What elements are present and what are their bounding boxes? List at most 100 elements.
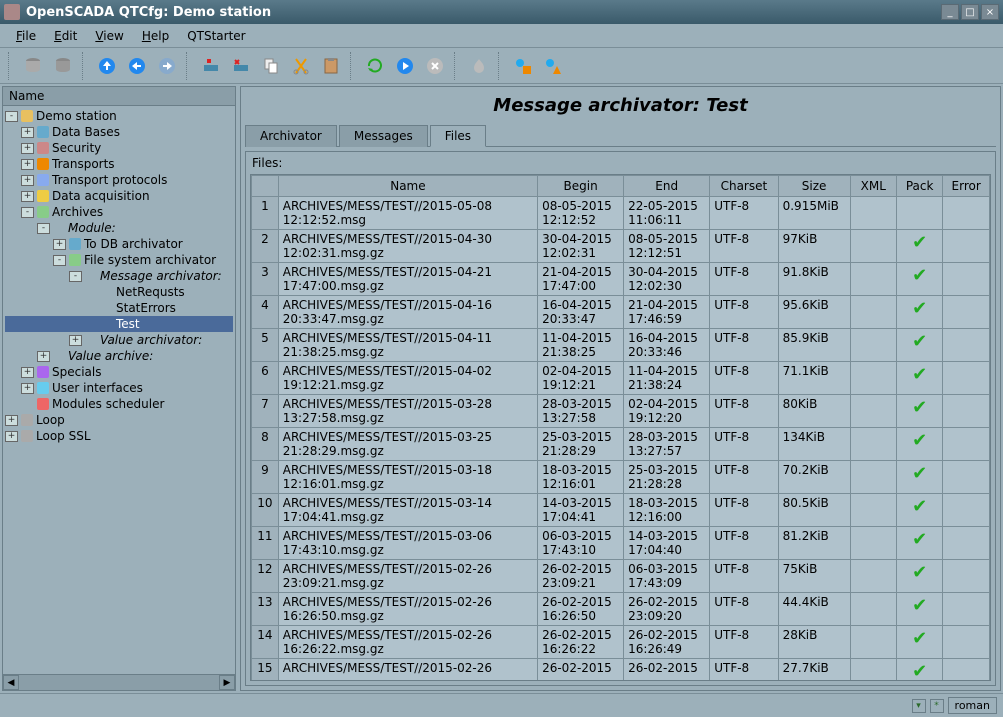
stop-icon[interactable] [422,53,448,79]
tree-expand-icon[interactable]: + [21,159,34,170]
scroll-right-icon[interactable]: ▶ [219,675,235,690]
menu-edit[interactable]: Edit [46,27,85,45]
copy-icon[interactable] [258,53,284,79]
minimize-button[interactable]: _ [941,4,959,20]
tree-item[interactable]: +Value archive: [5,348,233,364]
refresh-icon[interactable] [362,53,388,79]
tree-expand-icon[interactable]: + [21,367,34,378]
tree-item[interactable]: +Specials [5,364,233,380]
tree-expand-icon[interactable]: - [21,207,34,218]
tree-hscroll[interactable]: ◀ ▶ [3,674,235,690]
table-row[interactable]: 13ARCHIVES/MESS/TEST//2015-02-26 16:26:5… [252,593,990,626]
scroll-left-icon[interactable]: ◀ [3,675,19,690]
tree[interactable]: -Demo station+Data Bases+Security+Transp… [3,106,235,674]
col-header[interactable]: Size [778,176,850,197]
tree-expand-icon[interactable]: + [21,143,34,154]
tree-item[interactable]: Modules scheduler [5,396,233,412]
table-row[interactable]: 3ARCHIVES/MESS/TEST//2015-04-21 17:47:00… [252,263,990,296]
col-header[interactable]: End [624,176,710,197]
paste-icon[interactable] [318,53,344,79]
tree-expand-icon[interactable]: + [21,127,34,138]
run-icon[interactable] [392,53,418,79]
tree-item[interactable]: +Loop SSL [5,428,233,444]
nav-up-icon[interactable] [94,53,120,79]
db-load-icon[interactable] [20,53,46,79]
col-header[interactable]: Charset [710,176,778,197]
nav-back-icon[interactable] [124,53,150,79]
close-button[interactable]: × [981,4,999,20]
table-row[interactable]: 7ARCHIVES/MESS/TEST//2015-03-28 13:27:58… [252,395,990,428]
cut-icon[interactable] [288,53,314,79]
cell-pack: ✔ [896,593,942,626]
tree-expand-icon[interactable]: + [21,383,34,394]
tree-expand-icon[interactable]: + [21,191,34,202]
status-flag-icon[interactable]: ▾ [912,699,926,713]
col-header[interactable]: Begin [538,176,624,197]
tool-b-icon[interactable] [540,53,566,79]
tree-item[interactable]: +Transport protocols [5,172,233,188]
tree-item[interactable]: +Data acquisition [5,188,233,204]
table-row[interactable]: 9ARCHIVES/MESS/TEST//2015-03-18 12:16:01… [252,461,990,494]
table-row[interactable]: 10ARCHIVES/MESS/TEST//2015-03-14 17:04:4… [252,494,990,527]
tree-item[interactable]: -Archives [5,204,233,220]
table-row[interactable]: 2ARCHIVES/MESS/TEST//2015-04-30 12:02:31… [252,230,990,263]
col-header[interactable]: Pack [896,176,942,197]
tree-item[interactable]: -Message archivator: [5,268,233,284]
tree-item[interactable]: StatErrors [5,300,233,316]
tree-expand-icon[interactable]: + [5,431,18,442]
table-row[interactable]: 15ARCHIVES/MESS/TEST//2015-02-2626-02-20… [252,659,990,682]
table-row[interactable]: 6ARCHIVES/MESS/TEST//2015-04-02 19:12:21… [252,362,990,395]
item-del-icon[interactable] [228,53,254,79]
menu-qtstarter[interactable]: QTStarter [179,27,253,45]
tree-item[interactable]: Test [5,316,233,332]
tool-a-icon[interactable] [510,53,536,79]
status-star-icon[interactable]: * [930,699,944,713]
menu-help[interactable]: Help [134,27,177,45]
table-row[interactable]: 1ARCHIVES/MESS/TEST//2015-05-08 12:12:52… [252,197,990,230]
tree-expand-icon[interactable]: - [53,255,66,266]
tree-item[interactable]: +Security [5,140,233,156]
tree-expand-icon[interactable]: + [69,335,82,346]
tree-item[interactable]: -File system archivator [5,252,233,268]
menu-view[interactable]: View [87,27,131,45]
tree-expand-icon[interactable]: - [69,271,82,282]
col-header[interactable]: XML [850,176,896,197]
tree-item[interactable]: +Loop [5,412,233,428]
col-header[interactable]: Error [943,176,990,197]
table-row[interactable]: 14ARCHIVES/MESS/TEST//2015-02-26 16:26:2… [252,626,990,659]
tree-expand-icon[interactable]: - [37,223,50,234]
tab-messages[interactable]: Messages [339,125,428,147]
nav-forward-icon[interactable] [154,53,180,79]
tree-item[interactable]: -Module: [5,220,233,236]
tab-files[interactable]: Files [430,125,486,147]
tree-item[interactable]: -Demo station [5,108,233,124]
cell-end: 26-02-201523:09:20 [624,593,710,626]
cell-error [943,428,990,461]
tree-expand-icon[interactable]: - [5,111,18,122]
flame-icon[interactable] [466,53,492,79]
col-header[interactable]: Name [278,176,537,197]
table-row[interactable]: 5ARCHIVES/MESS/TEST//2015-04-11 21:38:25… [252,329,990,362]
files-table-wrap[interactable]: NameBeginEndCharsetSizeXMLPackError1ARCH… [250,174,991,681]
tree-expand-icon[interactable]: + [53,239,66,250]
table-row[interactable]: 8ARCHIVES/MESS/TEST//2015-03-25 21:28:29… [252,428,990,461]
table-row[interactable]: 12ARCHIVES/MESS/TEST//2015-02-26 23:09:2… [252,560,990,593]
status-user[interactable]: roman [948,697,997,714]
tree-expand-icon[interactable]: + [37,351,50,362]
tree-expand-icon[interactable]: + [5,415,18,426]
tree-item[interactable]: +To DB archivator [5,236,233,252]
tree-expand-icon[interactable]: + [21,175,34,186]
item-add-icon[interactable] [198,53,224,79]
table-row[interactable]: 4ARCHIVES/MESS/TEST//2015-04-16 20:33:47… [252,296,990,329]
tree-item[interactable]: +Transports [5,156,233,172]
tree-item[interactable]: +User interfaces [5,380,233,396]
maximize-button[interactable]: □ [961,4,979,20]
check-icon: ✔ [901,529,938,550]
tree-item[interactable]: +Value archivator: [5,332,233,348]
db-save-icon[interactable] [50,53,76,79]
menu-file[interactable]: File [8,27,44,45]
tree-item[interactable]: +Data Bases [5,124,233,140]
table-row[interactable]: 11ARCHIVES/MESS/TEST//2015-03-06 17:43:1… [252,527,990,560]
tab-archivator[interactable]: Archivator [245,125,337,147]
tree-item[interactable]: NetRequsts [5,284,233,300]
